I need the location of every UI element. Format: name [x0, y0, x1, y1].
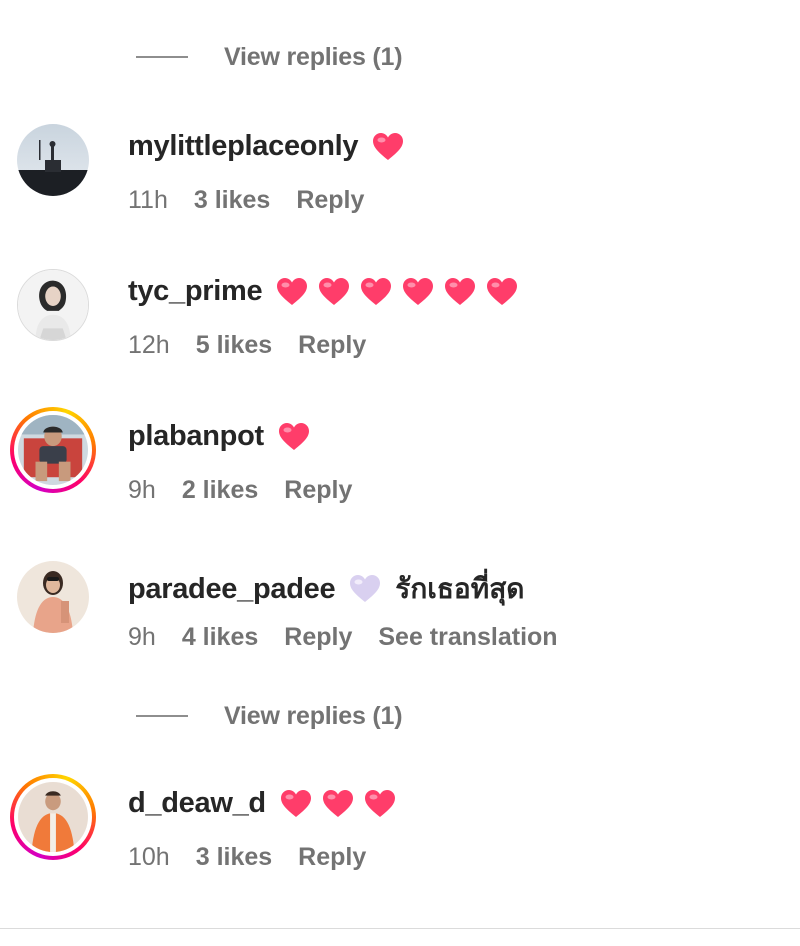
view-replies-label: View replies (1)	[224, 701, 403, 730]
comment-emojis	[276, 277, 528, 307]
comment-username[interactable]: d_deaw_d	[128, 787, 266, 820]
heart-emoji-icon	[278, 422, 309, 450]
comment-item: mylittleplaceonly 11h 3 likes Reply	[0, 124, 800, 234]
avatar-story-ring[interactable]	[10, 774, 96, 860]
view-replies-button[interactable]: View replies (1)	[136, 701, 403, 731]
comment-item: paradee_padee รักเธอที่สุด 9h 4 likes Re…	[0, 561, 800, 671]
comment-emojis	[349, 574, 391, 604]
comment-item: tyc_prime 12h 5 likes Reply	[0, 269, 800, 379]
comment-time: 9h	[128, 476, 156, 504]
bottom-divider	[0, 928, 800, 929]
avatar-image	[18, 782, 88, 852]
avatar-image	[18, 270, 88, 340]
reply-thread-line	[136, 715, 188, 717]
avatar[interactable]	[17, 269, 89, 341]
avatar[interactable]	[17, 124, 89, 196]
avatar-image	[17, 561, 89, 633]
see-translation-button[interactable]: See translation	[378, 623, 557, 652]
comment-item: d_deaw_d 10h 3 likes Reply	[0, 774, 800, 891]
heart-emoji-icon	[373, 132, 404, 160]
heart-emoji-icon	[277, 277, 308, 305]
heart-emoji-icon	[364, 789, 395, 817]
heart-emoji-icon	[350, 575, 381, 602]
heart-emoji-icon	[280, 789, 311, 817]
comment-username[interactable]: plabanpot	[128, 420, 264, 453]
heart-emoji-icon	[361, 277, 392, 305]
reply-button[interactable]: Reply	[298, 843, 366, 872]
view-replies-button[interactable]: View replies (1)	[136, 42, 403, 72]
reply-button[interactable]: Reply	[284, 476, 352, 505]
comment-likes[interactable]: 5 likes	[196, 331, 272, 360]
heart-emoji-icon	[403, 277, 434, 305]
heart-emoji-icon	[319, 277, 350, 305]
avatar[interactable]	[17, 561, 89, 633]
reply-button[interactable]: Reply	[298, 331, 366, 360]
comment-likes[interactable]: 3 likes	[194, 186, 270, 215]
comment-likes[interactable]: 3 likes	[196, 843, 272, 872]
reply-button[interactable]: Reply	[284, 623, 352, 652]
comment-time: 10h	[128, 843, 170, 871]
comment-likes[interactable]: 4 likes	[182, 623, 258, 652]
comment-likes[interactable]: 2 likes	[182, 476, 258, 505]
comment-username[interactable]: mylittleplaceonly	[128, 130, 359, 163]
heart-emoji-icon	[445, 277, 476, 305]
avatar-story-ring[interactable]	[10, 407, 96, 493]
comment-username[interactable]: paradee_padee	[128, 573, 336, 606]
comment-time: 12h	[128, 331, 170, 359]
comment-time: 11h	[128, 186, 168, 214]
heart-emoji-icon	[487, 277, 518, 305]
comment-emojis	[278, 422, 320, 452]
avatar-image	[17, 124, 89, 196]
comment-emojis	[280, 789, 406, 819]
reply-thread-line	[136, 56, 188, 58]
comment-emojis	[372, 132, 414, 162]
comment-time: 9h	[128, 623, 156, 651]
reply-button[interactable]: Reply	[296, 186, 364, 215]
comment-text: รักเธอที่สุด	[395, 573, 525, 604]
heart-emoji-icon	[322, 789, 353, 817]
avatar-image	[18, 415, 88, 485]
comment-item: plabanpot 9h 2 likes Reply	[0, 407, 800, 524]
view-replies-label: View replies (1)	[224, 42, 403, 71]
comment-username[interactable]: tyc_prime	[128, 275, 263, 308]
